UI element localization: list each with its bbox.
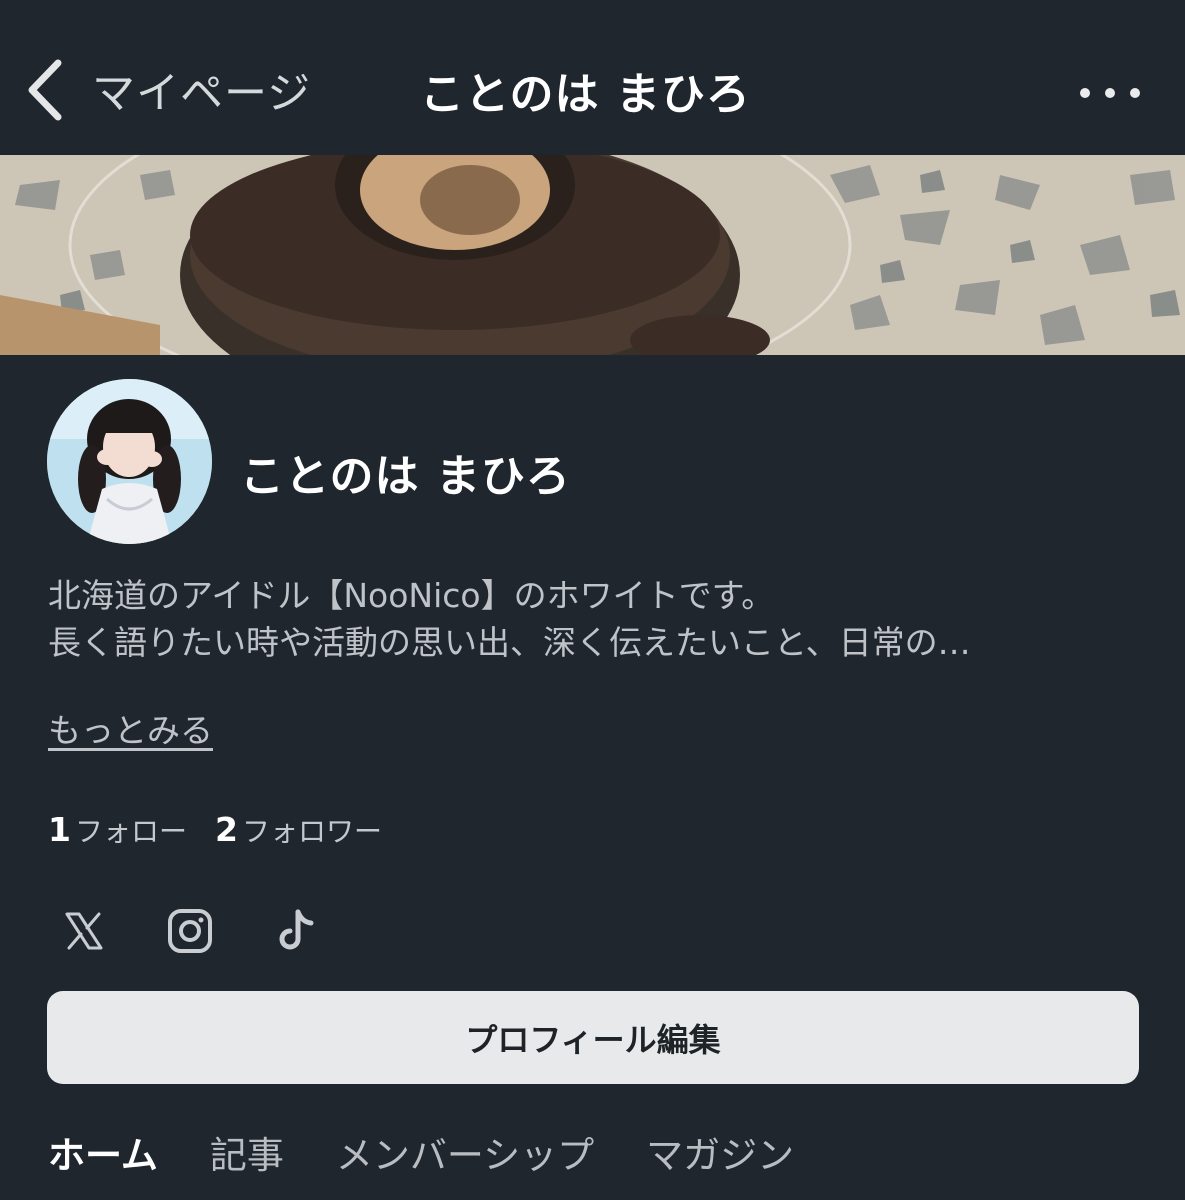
cover-image-graphic [0, 155, 1185, 355]
profile-bio: 北海道のアイドル【NooNico】のホワイトです。 長く語りたい時や活動の思い出… [48, 572, 1148, 666]
more-options-button[interactable] [1080, 80, 1140, 106]
back-button[interactable]: マイページ [22, 55, 311, 125]
page-title: ことのは まひろ [420, 69, 751, 120]
profile-name: ことのは まひろ [240, 451, 571, 502]
followers-label: フォロワー [241, 815, 382, 848]
following-count[interactable]: 1 フォロー [48, 810, 187, 850]
bio-line: 長く語りたい時や活動の思い出、深く伝えたいこと、日常の… [48, 623, 971, 662]
following-number: 1 [48, 810, 71, 849]
back-label: マイページ [92, 69, 312, 119]
tiktok-icon [279, 909, 314, 950]
followers-number: 2 [214, 810, 238, 849]
cover-image[interactable] [0, 155, 1185, 355]
bio-line: 北海道のアイドル【NooNico】のホワイトです。 [48, 576, 775, 615]
instagram-icon [168, 909, 212, 953]
following-label: フォロー [74, 815, 187, 848]
tab-articles[interactable]: 記事 [210, 1125, 284, 1179]
social-links [58, 905, 376, 957]
dot-icon [1105, 88, 1115, 98]
profile-page: マイページ ことのは まひろ ことのは まひろ 北海道のアイドル【NooNico… [0, 0, 1185, 1200]
tab-magazine[interactable]: マガジン [646, 1125, 794, 1179]
chevron-left-icon [28, 59, 62, 121]
show-more-link[interactable]: もっとみる [48, 704, 213, 752]
x-icon [65, 912, 103, 950]
tab-home[interactable]: ホーム [48, 1125, 158, 1179]
tab-membership[interactable]: メンバーシップ [336, 1125, 594, 1179]
top-nav-bar: マイページ ことのは まひろ [0, 0, 1185, 155]
dot-icon [1080, 88, 1090, 98]
dot-icon [1130, 88, 1140, 98]
followers-count[interactable]: 2 フォロワー [215, 810, 382, 850]
follow-stats: 1 フォロー 2 フォロワー [48, 810, 410, 850]
tiktok-link[interactable] [270, 905, 322, 957]
x-link[interactable] [58, 905, 110, 957]
instagram-link[interactable] [164, 905, 216, 957]
profile-tabs: ホーム 記事 メンバーシップ マガジン [48, 1125, 846, 1179]
avatar-photo [47, 379, 212, 544]
edit-profile-button[interactable]: プロフィール編集 [47, 991, 1139, 1084]
avatar[interactable] [47, 379, 212, 544]
